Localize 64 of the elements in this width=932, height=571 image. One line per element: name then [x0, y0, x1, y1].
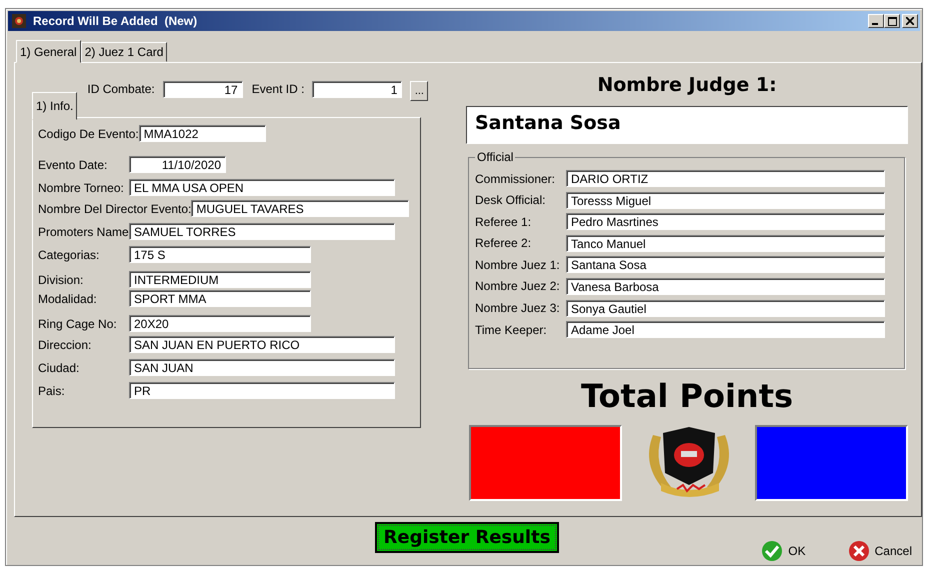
field-label: Categorias:: [38, 248, 100, 262]
input-field[interactable]: DARIO ORTIZ: [566, 170, 885, 187]
field-label: Event ID :: [252, 81, 304, 97]
tab[interactable]: 2) Juez 1 Card: [80, 42, 168, 62]
input-field[interactable]: 20X20: [129, 315, 311, 332]
input-field[interactable]: Pedro Masrtines: [566, 213, 885, 230]
input-field[interactable]: INTERMEDIUM: [129, 271, 311, 288]
input-field[interactable]: 17: [162, 81, 243, 98]
app-emblem-icon: [11, 13, 27, 29]
input-field[interactable]: Toresss Miguel: [566, 192, 885, 209]
input-field[interactable]: Tanco Manuel: [566, 234, 885, 252]
field-label: Nombre Juez 2:: [475, 279, 561, 294]
field-label: Time Keeper:: [475, 322, 548, 337]
input-field[interactable]: MUGUEL TAVARES: [191, 200, 410, 217]
field-label: Commissioner:: [475, 172, 556, 186]
close-icon: [906, 17, 914, 25]
tab[interactable]: 1) Info.: [32, 92, 78, 120]
minimize-button[interactable]: [868, 14, 884, 28]
lookup-button[interactable]: ...: [410, 81, 428, 101]
judge-heading: Nombre Judge 1:: [596, 74, 778, 98]
field-label: Codigo De Evento:: [38, 126, 139, 140]
input-field[interactable]: 175 S: [129, 246, 311, 263]
total-points-heading: Total Points: [580, 377, 794, 417]
input-field[interactable]: SAN JUAN: [129, 359, 395, 376]
input-field[interactable]: PR: [129, 382, 395, 399]
input-field[interactable]: Adame Joel: [566, 321, 885, 338]
field-label: Ring Cage No:: [38, 316, 118, 330]
field-label: ID Combate:: [87, 81, 155, 97]
field-label: Division:: [38, 272, 84, 286]
close-button[interactable]: [902, 14, 918, 28]
field-label: Nombre Del Director Evento:: [38, 202, 192, 216]
field-label: Nombre Juez 1:: [475, 258, 561, 272]
register-results-button[interactable]: Register Results: [375, 522, 559, 553]
field-label: Pais:: [38, 384, 66, 398]
input-field[interactable]: SAMUEL TORRES: [129, 223, 395, 240]
field-label: Nombre Torneo:: [38, 180, 125, 194]
group-title: Official: [476, 150, 514, 164]
field-label: Evento Date:: [38, 158, 108, 172]
input-field[interactable]: SPORT MMA: [129, 290, 311, 307]
cancel-button[interactable]: Cancel: [842, 540, 918, 562]
field-label: Referee 2:: [475, 236, 532, 250]
input-field[interactable]: Sonya Gautiel: [566, 300, 885, 317]
judge-name-field[interactable]: Santana Sosa: [466, 106, 908, 144]
field-label: Direccion:: [38, 338, 92, 352]
field-label: Nombre Juez 3:: [475, 301, 561, 316]
window-title: Record Will Be Added (New): [33, 14, 198, 28]
field-label: Modalidad:: [38, 292, 98, 306]
input-field[interactable]: Vanesa Barbosa: [566, 278, 885, 295]
field-label: Referee 1:: [475, 214, 532, 229]
input-field[interactable]: 11/10/2020: [129, 156, 226, 173]
cancel-icon: [848, 540, 870, 562]
input-field[interactable]: MMA1022: [138, 125, 266, 142]
field-label: Ciudad:: [38, 360, 80, 374]
maximize-icon: [888, 16, 896, 26]
input-field[interactable]: 1: [312, 81, 402, 98]
input-field[interactable]: SAN JUAN EN PUERTO RICO: [129, 336, 395, 353]
field-label: Promoters Name: [38, 224, 129, 238]
checkmark-icon: [761, 540, 784, 562]
input-field[interactable]: Santana Sosa: [566, 256, 885, 274]
ok-button[interactable]: OK: [755, 540, 812, 562]
maximize-button[interactable]: [884, 14, 900, 28]
input-field[interactable]: EL MMA USA OPEN: [129, 179, 395, 196]
tab[interactable]: 1) General: [16, 40, 81, 63]
field-label: Desk Official:: [475, 193, 546, 208]
